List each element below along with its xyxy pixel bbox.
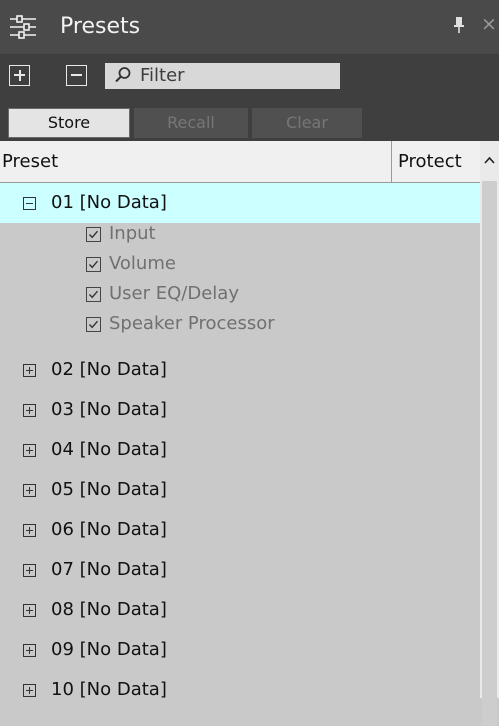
- preset-label: 03 [No Data]: [51, 399, 167, 420]
- preset-label: 01 [No Data]: [51, 192, 167, 213]
- preset-row[interactable]: 03 [No Data]: [0, 390, 480, 430]
- parameter-label: Speaker Processor: [109, 313, 275, 334]
- collapse-all-button[interactable]: [66, 65, 87, 86]
- vertical-scrollbar[interactable]: [480, 141, 499, 726]
- preset-row[interactable]: 07 [No Data]: [0, 550, 480, 590]
- expand-icon[interactable]: [23, 644, 36, 657]
- column-header-protect[interactable]: Protect: [398, 150, 462, 174]
- scroll-up-icon[interactable]: [484, 149, 495, 168]
- preset-label: 04 [No Data]: [51, 439, 167, 460]
- preset-parameter-item: Input: [0, 220, 480, 250]
- preset-parameter-item: User EQ/Delay: [0, 280, 480, 310]
- parameter-label: Volume: [109, 253, 176, 274]
- preset-parameter-item: Volume: [0, 250, 480, 280]
- preset-row[interactable]: 09 [No Data]: [0, 630, 480, 670]
- preset-row[interactable]: 01 [No Data]: [0, 183, 480, 223]
- expand-icon[interactable]: [23, 524, 36, 537]
- expand-icon[interactable]: [23, 684, 36, 697]
- column-header-preset[interactable]: Preset: [2, 150, 58, 174]
- checkbox-checked-icon[interactable]: [86, 257, 101, 272]
- store-button[interactable]: Store: [8, 108, 130, 138]
- filter-placeholder: Filter: [140, 65, 185, 86]
- pin-icon[interactable]: [454, 17, 464, 37]
- filter-input[interactable]: Filter: [105, 63, 340, 89]
- preset-row[interactable]: 05 [No Data]: [0, 470, 480, 510]
- expand-icon[interactable]: [23, 444, 36, 457]
- expand-icon[interactable]: [23, 604, 36, 617]
- checkbox-checked-icon[interactable]: [86, 287, 101, 302]
- preset-row[interactable]: 04 [No Data]: [0, 430, 480, 470]
- close-icon[interactable]: ×: [481, 12, 497, 36]
- parameter-label: User EQ/Delay: [109, 283, 239, 304]
- scrollbar-thumb[interactable]: [482, 181, 497, 726]
- expand-all-button[interactable]: [9, 65, 30, 86]
- parameter-label: Input: [109, 223, 156, 244]
- expand-icon[interactable]: [23, 364, 36, 377]
- expand-icon[interactable]: [23, 484, 36, 497]
- preset-label: 08 [No Data]: [51, 599, 167, 620]
- filter-toolbar: Filter: [0, 54, 499, 98]
- expand-icon[interactable]: [23, 404, 36, 417]
- preset-label: 10 [No Data]: [51, 679, 167, 700]
- preset-label: 05 [No Data]: [51, 479, 167, 500]
- collapse-icon[interactable]: [23, 197, 36, 210]
- preset-list: 01 [No Data] Input Volume User EQ/Delay Spea…: [0, 183, 480, 700]
- clear-button[interactable]: Clear: [252, 108, 362, 138]
- magnifier-icon: [114, 66, 132, 88]
- preset-row[interactable]: 10 [No Data]: [0, 670, 480, 710]
- preset-label: 07 [No Data]: [51, 559, 167, 580]
- column-divider[interactable]: [391, 141, 392, 182]
- preset-label: 02 [No Data]: [51, 359, 167, 380]
- sliders-icon: [9, 14, 37, 44]
- panel-title: Presets: [60, 14, 141, 39]
- recall-button[interactable]: Recall: [134, 108, 248, 138]
- preset-row[interactable]: 08 [No Data]: [0, 590, 480, 630]
- checkbox-checked-icon[interactable]: [86, 227, 101, 242]
- preset-parameter-item: Speaker Processor: [0, 310, 480, 340]
- preset-row[interactable]: 06 [No Data]: [0, 510, 480, 550]
- panel-title-bar: Presets ×: [0, 0, 499, 54]
- expand-icon[interactable]: [23, 564, 36, 577]
- preset-label: 06 [No Data]: [51, 519, 167, 540]
- checkbox-checked-icon[interactable]: [86, 317, 101, 332]
- action-toolbar: Store Recall Clear: [0, 98, 499, 141]
- table-header: Preset Protect: [0, 141, 480, 183]
- preset-row[interactable]: 02 [No Data]: [0, 350, 480, 390]
- preset-label: 09 [No Data]: [51, 639, 167, 660]
